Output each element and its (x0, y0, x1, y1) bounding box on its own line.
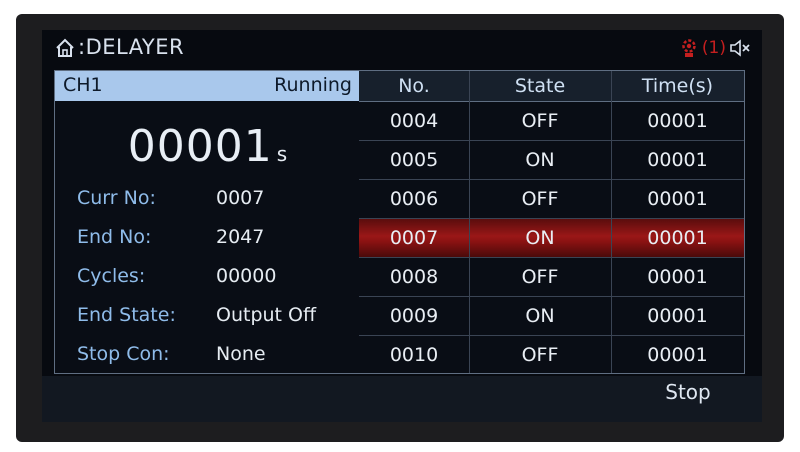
table-header: No. State Time(s) (359, 71, 744, 102)
device-screen: :DELAYER (1) CH1 Running 00001 s Curr No:… (42, 30, 762, 422)
channel-name: CH1 (63, 74, 103, 96)
table-row[interactable]: 0006 OFF 00001 (359, 180, 744, 219)
remaining-time: 00001 s (55, 121, 360, 172)
row-state: OFF (521, 110, 559, 132)
row-state: OFF (521, 344, 559, 366)
time-unit: s (276, 142, 288, 166)
row-state: OFF (521, 188, 559, 210)
col-header-no: No. (398, 75, 430, 97)
alarm-count: (1) (701, 38, 726, 58)
row-no: 0007 (389, 227, 439, 249)
row-no: 0004 (389, 110, 439, 132)
info-row-curr-no: Curr No: 0007 (55, 187, 360, 219)
status-icons: (1) (678, 36, 752, 60)
column-divider (469, 71, 470, 373)
row-no: 0005 (389, 149, 439, 171)
softkey-3[interactable] (330, 376, 473, 422)
home-icon[interactable] (54, 37, 76, 59)
channel-state: Running (274, 74, 352, 96)
info-row-stop-con: Stop Con: None (55, 343, 360, 375)
table-row[interactable]: 0004 OFF 00001 (359, 102, 744, 141)
cycles-value: 00000 (216, 265, 277, 287)
info-row-end-state: End State: Output Off (55, 304, 360, 336)
col-header-time: Time(s) (641, 75, 714, 97)
status-bar: :DELAYER (1) (42, 30, 762, 66)
table-row-selected[interactable]: 0007 ON 00001 (359, 219, 744, 258)
row-time: 00001 (647, 266, 708, 288)
end-no-label: End No: (77, 226, 152, 248)
cycles-label: Cycles: (77, 265, 146, 287)
end-no-value: 2047 (216, 226, 265, 248)
softkey-1[interactable] (42, 376, 189, 422)
row-state: ON (525, 149, 555, 171)
info-row-cycles: Cycles: 00000 (55, 265, 360, 297)
column-divider (611, 71, 612, 373)
end-state-label: End State: (77, 304, 176, 326)
row-time: 00001 (647, 188, 708, 210)
row-no: 0009 (389, 305, 439, 327)
end-state-value: Output Off (216, 304, 317, 326)
page-title: :DELAYER (78, 35, 185, 59)
channel-header[interactable]: CH1 Running (55, 71, 360, 101)
curr-no-label: Curr No: (77, 187, 156, 209)
row-state: ON (525, 305, 555, 327)
stop-button[interactable]: Stop (614, 376, 762, 422)
row-time: 00001 (647, 227, 708, 249)
stop-con-value: None (216, 343, 266, 365)
row-state: ON (525, 227, 555, 249)
row-time: 00001 (647, 305, 708, 327)
table-row[interactable]: 0008 OFF 00001 (359, 258, 744, 297)
row-state: OFF (521, 266, 559, 288)
col-header-state: State (514, 75, 566, 97)
table-row[interactable]: 0005 ON 00001 (359, 141, 744, 180)
table-row[interactable]: 0010 OFF 00001 (359, 336, 744, 374)
softkey-2[interactable] (188, 376, 331, 422)
table-row[interactable]: 0009 ON 00001 (359, 297, 744, 336)
time-value: 00001 (127, 121, 273, 172)
gear-alarm-icon (682, 39, 696, 57)
row-time: 00001 (647, 110, 708, 132)
stop-con-label: Stop Con: (77, 343, 170, 365)
mute-icon (730, 39, 750, 57)
row-time: 00001 (647, 149, 708, 171)
channel-panel: CH1 Running 00001 s Curr No: 0007 End No:… (54, 70, 361, 374)
row-time: 00001 (647, 344, 708, 366)
softkey-bar: Stop (42, 376, 762, 422)
delay-table: No. State Time(s) 0004 OFF 00001 0005 ON… (359, 70, 745, 374)
row-no: 0006 (389, 188, 439, 210)
info-row-end-no: End No: 2047 (55, 226, 360, 258)
softkey-4[interactable] (472, 376, 615, 422)
curr-no-value: 0007 (216, 187, 265, 209)
row-no: 0010 (389, 344, 439, 366)
stop-button-label: Stop (665, 380, 711, 404)
row-no: 0008 (389, 266, 439, 288)
